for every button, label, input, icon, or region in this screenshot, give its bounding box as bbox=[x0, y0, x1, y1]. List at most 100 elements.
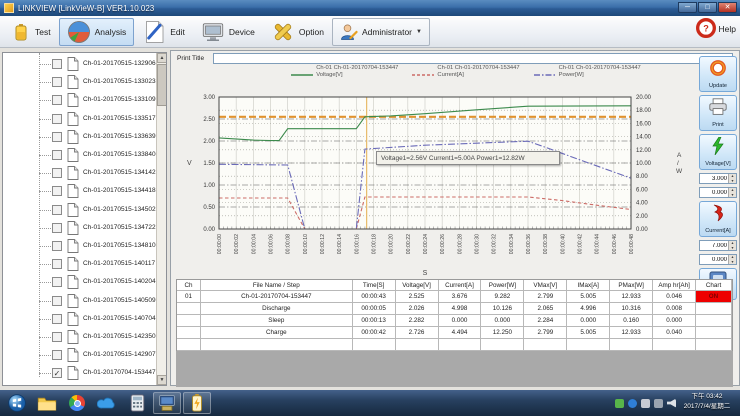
current-end-value[interactable] bbox=[700, 255, 728, 264]
table-cell bbox=[201, 339, 353, 351]
table-cell bbox=[481, 339, 524, 351]
tree-item-checkbox[interactable] bbox=[52, 314, 62, 324]
current-button[interactable]: Current[A] bbox=[699, 201, 737, 237]
tree-item-checkbox[interactable] bbox=[52, 132, 62, 142]
help-button[interactable]: ? Help bbox=[696, 18, 736, 40]
table-row[interactable] bbox=[177, 339, 732, 351]
voltage-set-spinner[interactable]: ▲▼ bbox=[699, 173, 737, 184]
tree-item-checkbox[interactable] bbox=[52, 332, 62, 342]
line-chart[interactable]: 00:00:0000:00:0200:00:0400:00:0600:00:08… bbox=[179, 89, 695, 279]
chart-area[interactable]: 00:00:0000:00:0200:00:0400:00:0600:00:08… bbox=[179, 89, 695, 279]
scrollbar-thumb[interactable] bbox=[157, 64, 167, 106]
print-button[interactable]: Print bbox=[699, 95, 737, 131]
tree-item[interactable]: Ch-01-20170515-140204 bbox=[3, 274, 153, 292]
explorer-icon[interactable] bbox=[33, 392, 61, 414]
tree-item[interactable]: Ch-01-20170515-142907 bbox=[3, 347, 153, 365]
option-button[interactable]: Option bbox=[263, 18, 332, 46]
legend-entry-label: Ch-01 Ch-01-20170704-153447Power[W] bbox=[559, 65, 641, 78]
table-cell: 2.284 bbox=[524, 315, 567, 327]
tree-item[interactable]: Ch-01-20170515-133517 bbox=[3, 111, 153, 129]
tree-item-checkbox[interactable] bbox=[52, 241, 62, 251]
tree-item-checkbox[interactable] bbox=[52, 186, 62, 196]
svg-text:1.00: 1.00 bbox=[203, 183, 215, 189]
tree-item[interactable]: Ch-01-20170515-132906 bbox=[3, 56, 153, 74]
tree-item-checkbox[interactable] bbox=[52, 150, 62, 160]
tree-item-checkbox[interactable] bbox=[52, 77, 62, 87]
scroll-down-icon[interactable]: ▼ bbox=[157, 375, 167, 385]
table-row[interactable]: Sleep00:00:132.2820.0000.0002.2840.0000.… bbox=[177, 315, 732, 327]
voltage-button[interactable]: Voltage[V] bbox=[699, 134, 737, 170]
tray-antivirus-icon[interactable] bbox=[615, 399, 624, 408]
tree-item-checkbox[interactable] bbox=[52, 296, 62, 306]
tree-item-checkbox[interactable] bbox=[52, 95, 62, 105]
tray-messenger-icon[interactable] bbox=[628, 399, 637, 408]
print-title-input[interactable] bbox=[213, 53, 733, 64]
device-manager-app-icon[interactable] bbox=[153, 392, 181, 414]
cloud-app-icon[interactable] bbox=[93, 392, 121, 414]
tree-item[interactable]: Ch-01-20170515-142350 bbox=[3, 329, 153, 347]
tree-item[interactable]: ✓Ch-01-20170704-153447 bbox=[3, 365, 153, 383]
device-button[interactable]: Device bbox=[193, 18, 263, 46]
chart-on-cell[interactable]: ON bbox=[696, 291, 732, 303]
close-button[interactable]: ✕ bbox=[718, 2, 737, 13]
spin-down-icon[interactable]: ▼ bbox=[728, 179, 736, 184]
administrator-dropdown[interactable]: Administrator ▼ bbox=[332, 18, 430, 46]
tree-item[interactable]: Ch-01-20170515-140117 bbox=[3, 256, 153, 274]
tree-item[interactable]: Ch-01-20170515-133639 bbox=[3, 129, 153, 147]
maximize-button[interactable]: □ bbox=[698, 2, 717, 13]
tree-item[interactable]: Ch-01-20170515-134810 bbox=[3, 238, 153, 256]
table-row[interactable]: Charge00:00:422.7264.49412.2502.7995.005… bbox=[177, 327, 732, 339]
edit-button[interactable]: Edit bbox=[134, 18, 193, 46]
tray-network-icon[interactable] bbox=[641, 399, 650, 408]
tree-item-checkbox[interactable] bbox=[52, 223, 62, 233]
analysis-button[interactable]: Analysis bbox=[59, 18, 135, 46]
tree-item[interactable]: Ch-01-20170515-134722 bbox=[3, 220, 153, 238]
current-set-spinner[interactable]: ▲▼ bbox=[699, 240, 737, 251]
tree-item[interactable]: Ch-01-20170515-133023 bbox=[3, 74, 153, 92]
current-set-value[interactable] bbox=[700, 241, 728, 250]
svg-text:10.00: 10.00 bbox=[636, 161, 652, 167]
tree-item[interactable]: Ch-01-20170515-133840 bbox=[3, 147, 153, 165]
update-button[interactable]: Update bbox=[699, 56, 737, 92]
tree-item-checkbox[interactable] bbox=[52, 59, 62, 69]
spin-down-icon[interactable]: ▼ bbox=[728, 260, 736, 265]
tree-item[interactable]: Ch-01-20170515-134142 bbox=[3, 165, 153, 183]
tree-item-checkbox[interactable] bbox=[52, 168, 62, 178]
spin-down-icon[interactable]: ▼ bbox=[728, 246, 736, 251]
tree-item-label: Ch-01-20170515-140204 bbox=[83, 278, 156, 285]
tree-item[interactable]: Ch-01-20170515-134502 bbox=[3, 202, 153, 220]
tree-item[interactable]: Ch-01-20170515-134418 bbox=[3, 183, 153, 201]
current-end-spinner[interactable]: ▲▼ bbox=[699, 254, 737, 265]
battery-app-icon[interactable] bbox=[183, 392, 211, 414]
tree-item[interactable]: Ch-01-20170515-133109 bbox=[3, 92, 153, 110]
svg-text:00:00:10: 00:00:10 bbox=[303, 234, 309, 254]
voltage-end-spinner[interactable]: ▲▼ bbox=[699, 187, 737, 198]
tree-connector bbox=[39, 228, 51, 229]
spin-down-icon[interactable]: ▼ bbox=[728, 193, 736, 198]
tree-item-checkbox[interactable] bbox=[52, 259, 62, 269]
scroll-up-icon[interactable]: ▲ bbox=[157, 53, 167, 63]
calculator-icon[interactable] bbox=[123, 392, 151, 414]
svg-text:/: / bbox=[677, 160, 679, 167]
voltage-end-value[interactable] bbox=[700, 188, 728, 197]
tree-item[interactable]: Ch-01-20170515-140704 bbox=[3, 311, 153, 329]
tree-item-checkbox[interactable]: ✓ bbox=[52, 368, 62, 378]
tree-item-checkbox[interactable] bbox=[52, 277, 62, 287]
tray-usb-icon[interactable] bbox=[654, 399, 663, 408]
legend-line-sample bbox=[412, 65, 434, 83]
table-row[interactable]: 01Ch-01-20170704-15344700:00:432.5253.67… bbox=[177, 291, 732, 303]
minimize-button[interactable]: ─ bbox=[678, 2, 697, 13]
title-bar[interactable]: LINKVIEW [LinkVieW-B] VER1.10.023 ─ □ ✕ bbox=[0, 0, 740, 16]
tree-item-checkbox[interactable] bbox=[52, 114, 62, 124]
chrome-icon[interactable] bbox=[63, 392, 91, 414]
table-row[interactable]: Discharge00:00:052.0264.99810.1262.0654.… bbox=[177, 303, 732, 315]
tree-item-checkbox[interactable] bbox=[52, 205, 62, 215]
test-button[interactable]: Test bbox=[3, 18, 59, 46]
start-button[interactable] bbox=[3, 392, 31, 414]
voltage-set-value[interactable] bbox=[700, 174, 728, 183]
tray-volume-icon[interactable] bbox=[667, 399, 676, 408]
tree-item[interactable]: Ch-01-20170515-140509 bbox=[3, 293, 153, 311]
tree-item-checkbox[interactable] bbox=[52, 350, 62, 360]
tree-scrollbar[interactable]: ▲ ▼ bbox=[156, 53, 166, 385]
taskbar-clock[interactable]: 下午 03:42 2017/7/4/星期二 bbox=[678, 392, 736, 413]
